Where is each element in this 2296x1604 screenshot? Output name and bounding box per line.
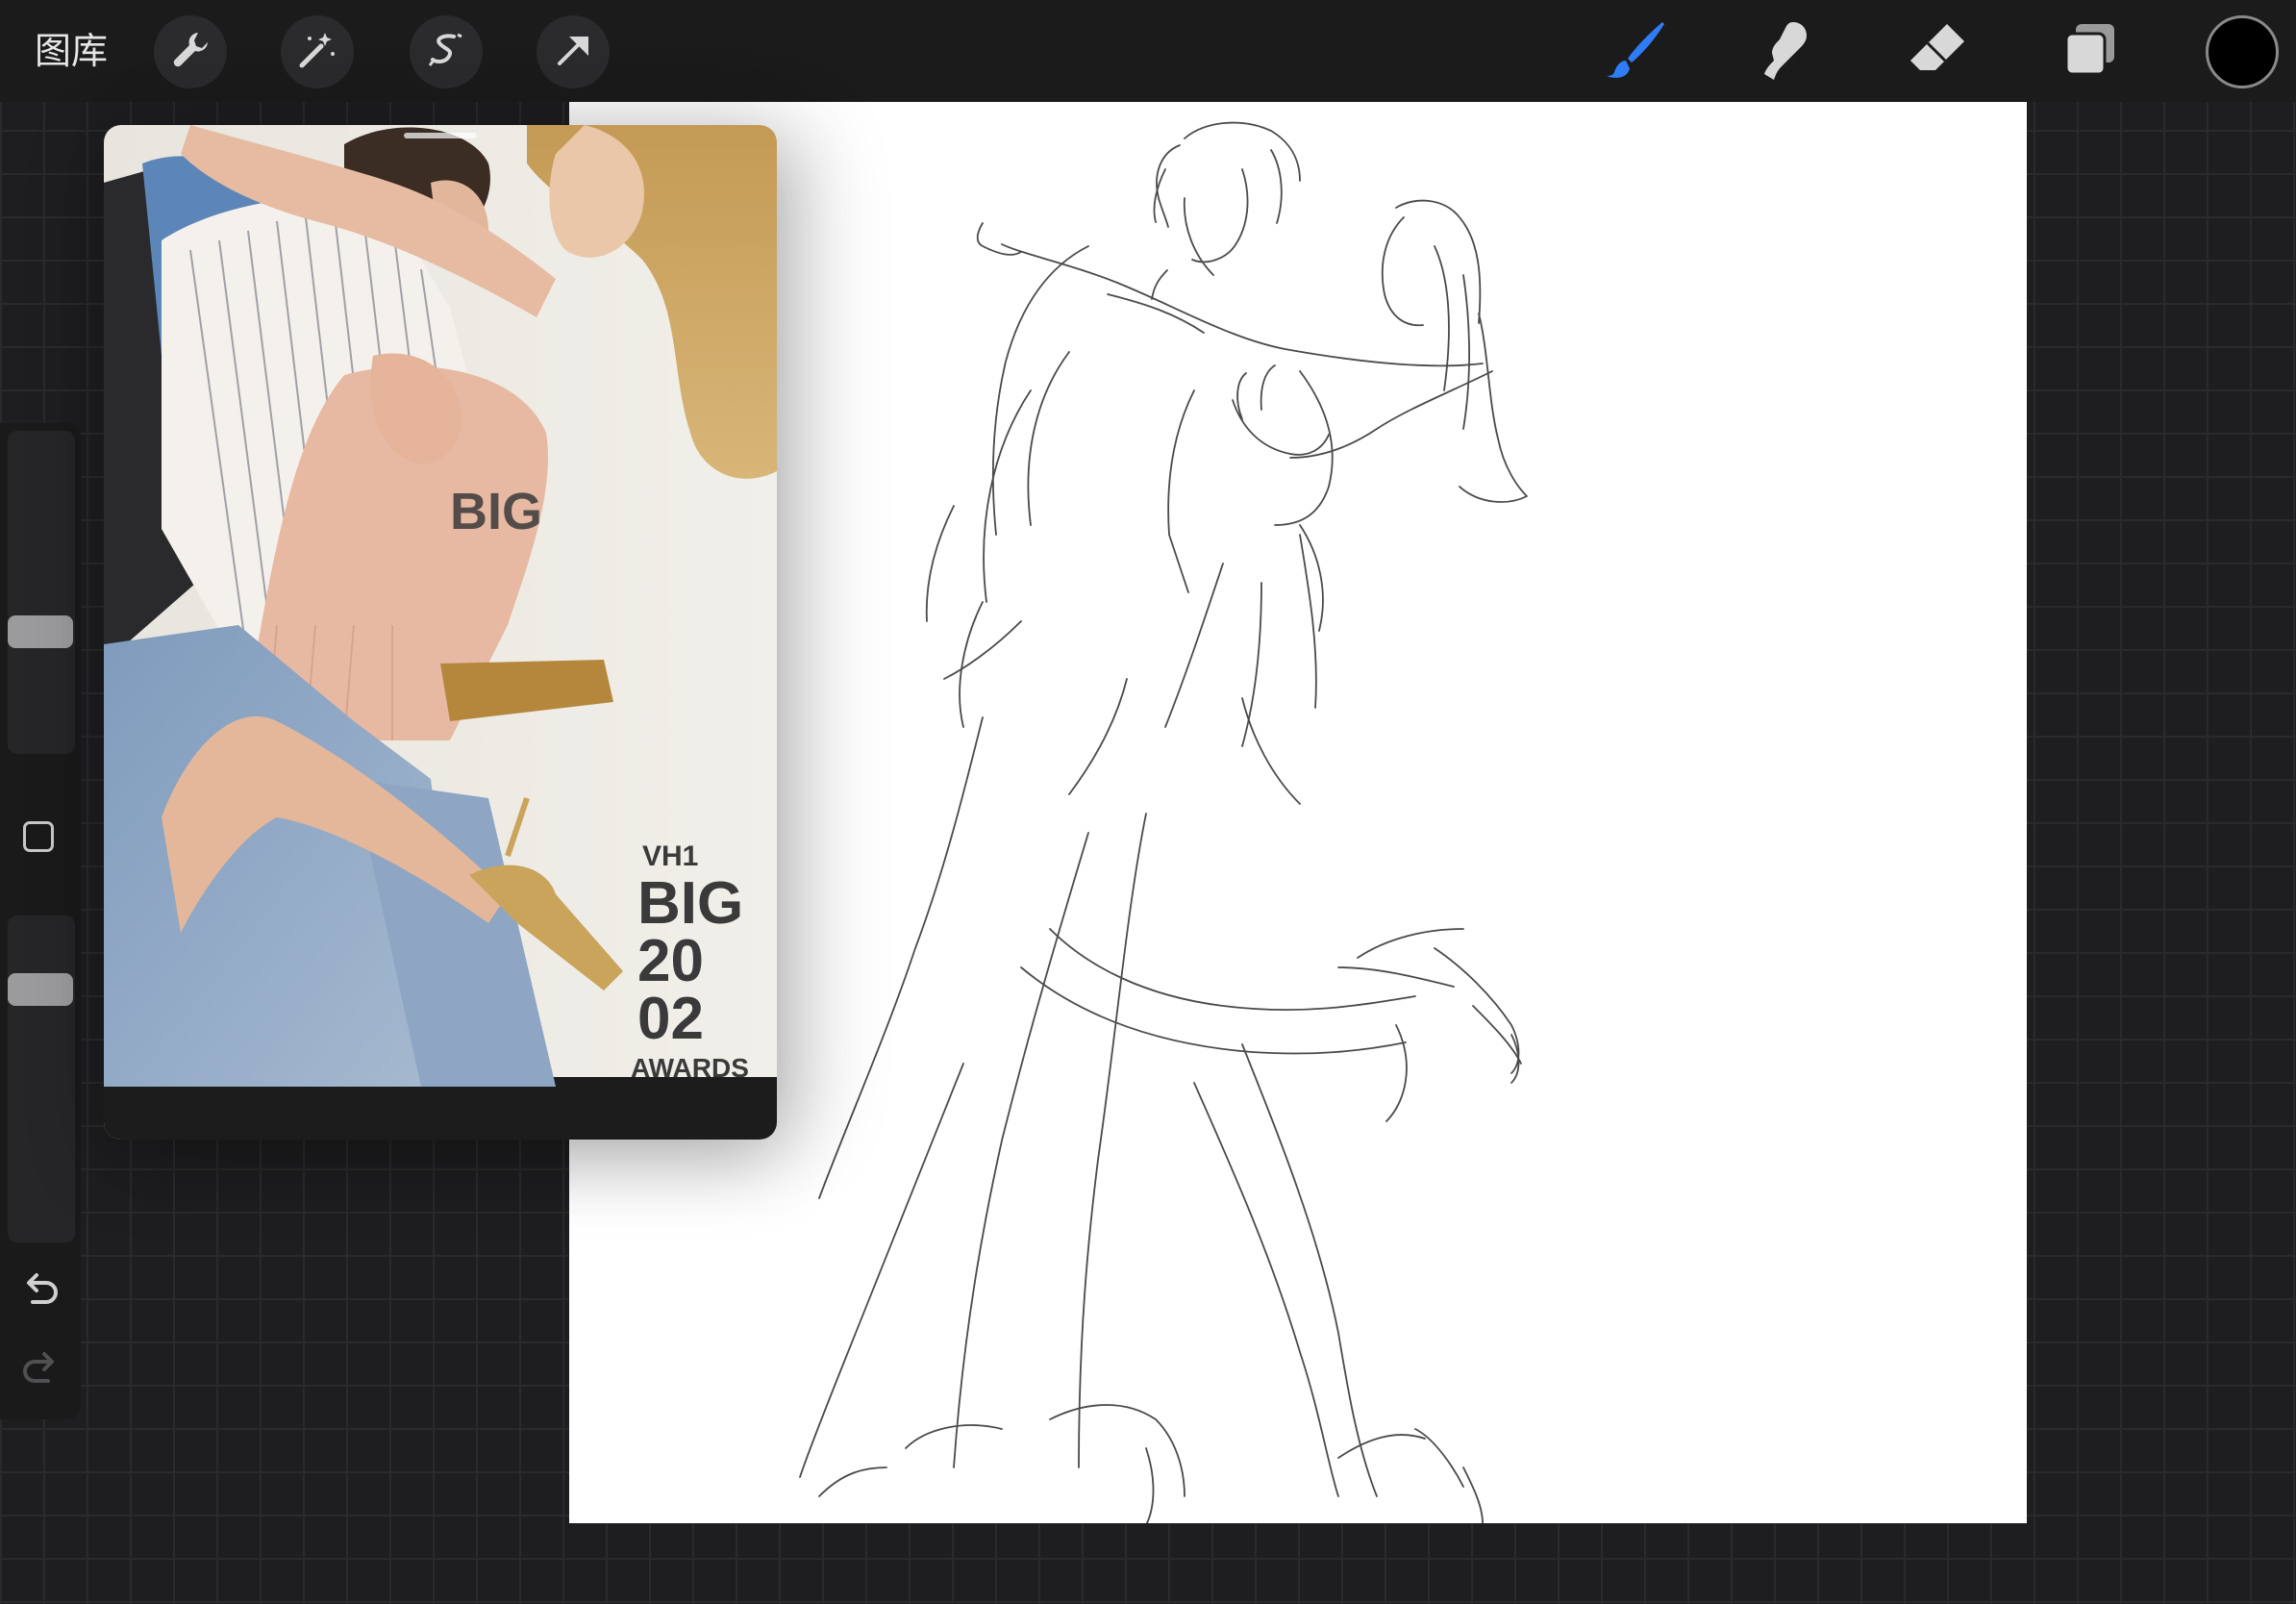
- selection-s-icon: [425, 29, 467, 76]
- undo-arrow-icon: [19, 1273, 62, 1316]
- sketch-drawing: [799, 121, 1528, 1523]
- arrow-cursor-icon: [552, 29, 594, 76]
- smudge-tool-button[interactable]: [1752, 17, 1821, 87]
- sign-awards-text: AWARDS: [631, 1053, 749, 1083]
- smudge-finger-icon: [1755, 18, 1818, 87]
- transform-button[interactable]: [537, 15, 610, 88]
- opacity-slider[interactable]: [8, 915, 75, 1242]
- sign-big-text: BIG: [637, 870, 743, 937]
- reference-photo: VH1 BIG 20 02 AWARDS BIG: [104, 125, 777, 1140]
- redo-button[interactable]: [19, 1348, 62, 1391]
- sign-vh1-text: VH1: [642, 840, 698, 872]
- layers-icon: [2059, 18, 2122, 87]
- brush-size-thumb[interactable]: [8, 615, 73, 648]
- selection-button[interactable]: [410, 15, 483, 88]
- sidebar: [0, 423, 81, 1419]
- sign-20-text: 20: [637, 928, 704, 994]
- modify-button[interactable]: [23, 821, 54, 852]
- top-toolbar: 图库: [0, 0, 2296, 102]
- reference-drag-handle[interactable]: [404, 133, 477, 138]
- svg-text:BIG: BIG: [450, 483, 542, 540]
- reference-photo-window[interactable]: VH1 BIG 20 02 AWARDS BIG: [104, 125, 777, 1140]
- wrench-icon: [169, 29, 212, 76]
- eraser-icon: [1907, 18, 1970, 87]
- magic-wand-icon: [296, 29, 338, 76]
- actions-button[interactable]: [154, 15, 227, 88]
- sign-02-text: 02: [637, 986, 704, 1052]
- color-picker-button[interactable]: [2206, 15, 2279, 88]
- drawing-canvas[interactable]: [569, 102, 2027, 1523]
- gallery-button[interactable]: 图库: [35, 27, 108, 75]
- brush-tool-button[interactable]: [1602, 17, 1671, 87]
- adjustments-button[interactable]: [281, 15, 354, 88]
- eraser-tool-button[interactable]: [1904, 17, 1973, 87]
- opacity-thumb[interactable]: [8, 973, 73, 1006]
- undo-button[interactable]: [19, 1269, 62, 1312]
- layers-tool-button[interactable]: [2056, 17, 2125, 87]
- brush-icon: [1605, 18, 1668, 87]
- brush-size-slider[interactable]: [8, 431, 75, 754]
- redo-arrow-icon: [19, 1352, 62, 1394]
